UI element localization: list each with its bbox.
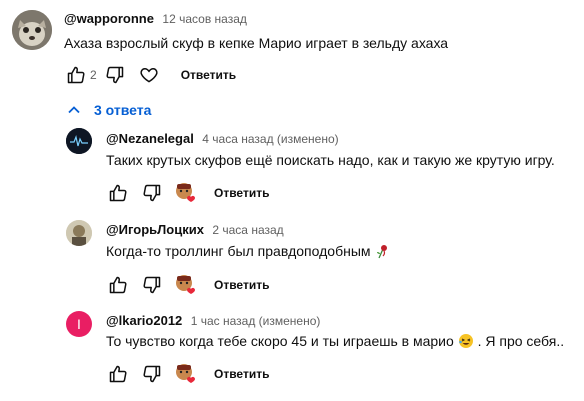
reply-text: Когда-то троллинг был правдоподобным <box>106 243 390 262</box>
reply-button[interactable]: Ответить <box>214 278 269 292</box>
reply-author[interactable]: @lkario2012 <box>106 313 182 328</box>
replies-count-label: 3 ответа <box>94 102 152 118</box>
like-icon[interactable] <box>106 273 130 297</box>
avatar[interactable] <box>66 128 92 154</box>
reply-author[interactable]: @ИгорьЛоцких <box>106 222 204 237</box>
creator-heart-icon <box>174 362 198 386</box>
laughing-emoji-icon <box>458 333 474 352</box>
reply-button[interactable]: Ответить <box>214 367 269 381</box>
creator-heart-icon <box>174 181 198 205</box>
dislike-icon[interactable] <box>140 181 164 205</box>
avatar[interactable] <box>12 10 52 50</box>
reply-button[interactable]: Ответить <box>214 186 269 200</box>
reply-text-content-tail: . Я про себя.. <box>477 333 565 350</box>
avatar-letter: I <box>77 316 81 332</box>
reply-timestamp[interactable]: 1 час назад (изменено) <box>191 314 321 328</box>
wilted-rose-emoji-icon <box>374 243 390 262</box>
reply-text: То чувство когда тебе скоро 45 и ты игра… <box>106 333 564 352</box>
replies-toggle-button[interactable]: 3 ответа <box>64 98 151 122</box>
heart-icon[interactable] <box>137 63 161 87</box>
creator-heart-icon <box>174 273 198 297</box>
chevron-up-icon <box>64 100 84 120</box>
like-count: 2 <box>90 68 97 82</box>
comment-author[interactable]: @wapporonne <box>64 11 154 26</box>
reply-text-content: Когда-то троллинг был правдоподобным <box>106 243 371 260</box>
like-icon[interactable] <box>106 181 130 205</box>
like-icon[interactable] <box>64 63 88 87</box>
reply-text: Таких крутых скуфов ещё поискать надо, к… <box>106 152 555 168</box>
reply-timestamp[interactable]: 4 часа назад (изменено) <box>202 132 338 146</box>
reply-author[interactable]: @Nezanelegal <box>106 131 194 146</box>
avatar[interactable] <box>66 220 92 246</box>
dislike-icon[interactable] <box>140 273 164 297</box>
dislike-icon[interactable] <box>103 63 127 87</box>
reply-timestamp[interactable]: 2 часа назад <box>212 223 283 237</box>
comment-timestamp[interactable]: 12 часов назад <box>162 12 246 26</box>
comment-text: Ахаза взрослый скуф в кепке Марио играет… <box>64 35 449 51</box>
like-icon[interactable] <box>106 362 130 386</box>
avatar[interactable]: I <box>66 311 92 337</box>
reply-text-content: То чувство когда тебе скоро 45 и ты игра… <box>106 333 454 350</box>
dislike-icon[interactable] <box>140 362 164 386</box>
reply-button[interactable]: Ответить <box>181 68 236 82</box>
